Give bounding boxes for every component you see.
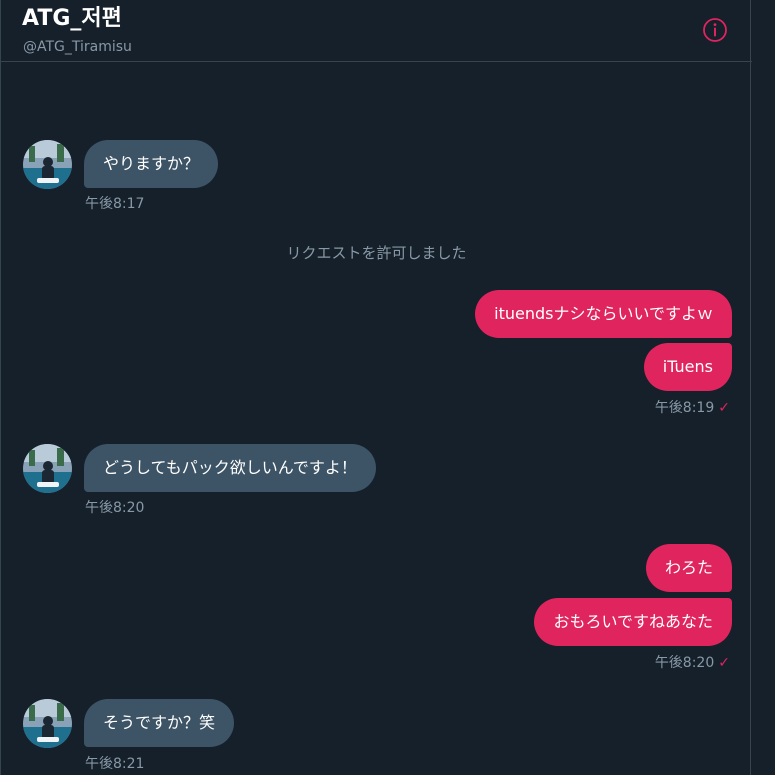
message-timestamp-row: 午後8:19 ✓ [655,399,730,417]
avatar-image [23,699,72,748]
outgoing-message-bubble[interactable]: おもろいですねあなた [534,598,732,646]
message-timestamp: 午後8:21 [85,756,145,772]
outgoing-message-bubble[interactable]: iTuens [643,343,732,391]
message-timestamp: 午後8:17 [85,196,145,212]
avatar[interactable] [23,140,72,189]
avatar[interactable] [23,699,72,748]
avatar[interactable] [23,444,72,493]
incoming-message-bubble[interactable]: やりますか？ [84,140,219,188]
dm-conversation-panel: ATG_저편 @ATG_Tiramisu やりますか？ 午後8:17 リクエスト… [0,0,752,775]
info-button[interactable] [702,17,728,43]
conversation-header: ATG_저편 @ATG_Tiramisu [1,0,752,62]
read-check-icon: ✓ [718,655,730,671]
conversation-handle: @ATG_Tiramisu [23,39,132,55]
info-circle-icon [703,18,727,42]
incoming-message-bubble[interactable]: そうですか？笑 [84,699,235,747]
message-timestamp-row: 午後8:20 ✓ [655,654,730,672]
read-check-icon: ✓ [718,400,730,416]
message-timestamp: 午後8:20 [654,655,715,671]
conversation-title: ATG_저편 [22,6,122,31]
outgoing-message-bubble[interactable]: わろた [645,544,732,592]
outgoing-message-bubble[interactable]: ituendsナシならいいですよｗ [475,290,732,338]
message-timestamp: 午後8:19 [654,400,715,416]
avatar-image [23,140,72,189]
avatar-image [23,444,72,493]
system-message: リクエストを許可しました [286,244,467,262]
incoming-message-bubble[interactable]: どうしてもパック欲しいんですよ！ [84,444,376,492]
message-timestamp: 午後8:20 [85,500,145,516]
